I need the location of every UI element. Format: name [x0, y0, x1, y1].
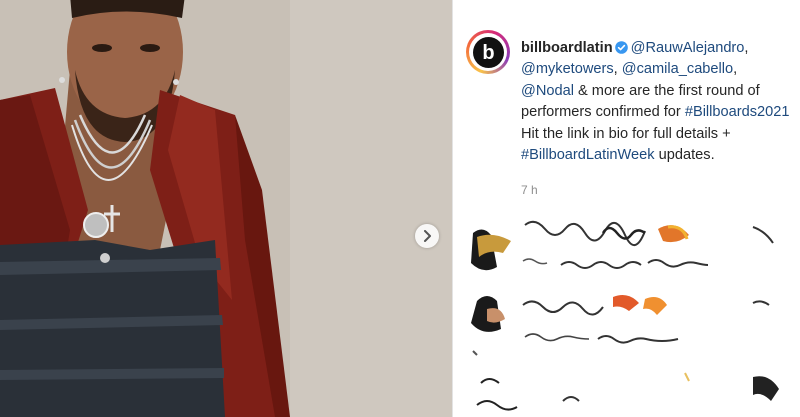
avatar-ring-gap: b: [469, 33, 507, 71]
caption-text-3: updates.: [658, 147, 715, 164]
separator-2: ,: [613, 61, 618, 78]
profile-avatar[interactable]: b: [466, 30, 510, 74]
verified-badge-icon: [614, 41, 628, 54]
post-caption: billboardlatin @RauwAlejandro, @myketower…: [521, 38, 791, 166]
post-panel: b billboardlatin @RauwAlejandro, @myketow…: [453, 0, 800, 417]
mention-link-1[interactable]: @RauwAlejandro: [631, 40, 745, 56]
mention-link-4[interactable]: @Nodal: [521, 83, 574, 99]
separator-1: ,: [744, 40, 749, 56]
post-photo: [0, 0, 452, 417]
hashtag-link-1[interactable]: #Billboards2021: [685, 104, 790, 120]
hashtag-link-2[interactable]: #BillboardLatinWeek: [521, 147, 655, 163]
billboard-logo: b: [472, 36, 504, 68]
glitched-comments-area: [471, 220, 779, 411]
mention-link-2[interactable]: @myketowers: [521, 61, 614, 77]
separator-3: ,: [733, 61, 738, 78]
person-photo-illustration: [0, 0, 452, 417]
billboard-logo-mark: b: [482, 42, 494, 64]
post-timestamp: 7 h: [521, 183, 538, 197]
mention-link-3[interactable]: @camila_cabello: [622, 61, 733, 77]
chevron-right-icon: [424, 230, 431, 242]
username-link[interactable]: billboardlatin: [521, 40, 613, 56]
next-photo-button[interactable]: [415, 224, 439, 248]
caption-text-2: Hit the link in bio for full details +: [521, 125, 731, 142]
avatar-logo-letter: b: [482, 42, 494, 64]
